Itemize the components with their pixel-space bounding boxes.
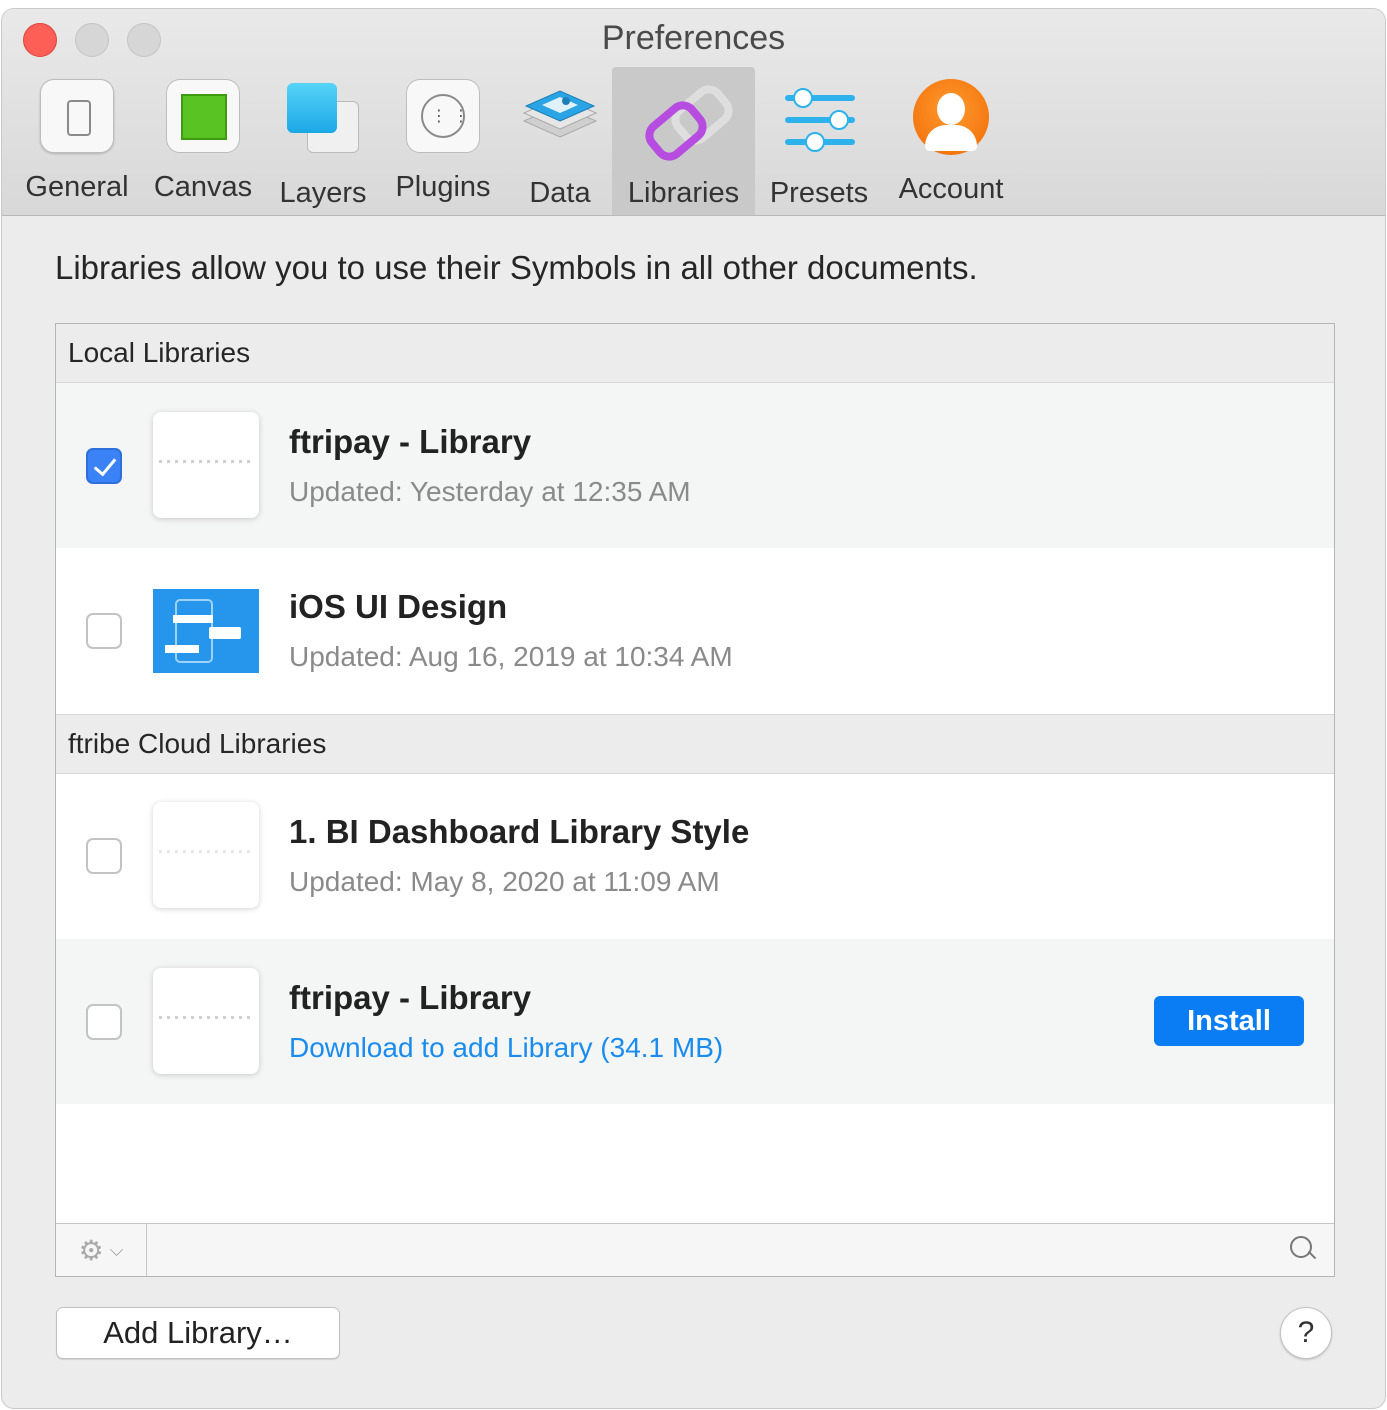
add-library-button[interactable]: Add Library…	[56, 1307, 340, 1359]
link-icon	[638, 78, 739, 168]
list-footer-bar: ⚙ ⌵	[56, 1223, 1334, 1276]
library-row[interactable]: ftripay - Library Download to add Librar…	[56, 939, 1334, 1104]
section-header-cloud: ftribe Cloud Libraries	[56, 714, 1334, 774]
tab-label: Data	[529, 177, 591, 209]
library-checkbox[interactable]	[86, 448, 122, 484]
tab-layers[interactable]: Layers	[274, 67, 372, 215]
search-icon[interactable]	[1290, 1236, 1317, 1262]
library-updated: Updated: Yesterday at 12:35 AM	[289, 476, 691, 507]
library-name: ftripay - Library	[289, 423, 532, 460]
library-row[interactable]: iOS UI Design Updated: Aug 16, 2019 at 1…	[56, 548, 1334, 713]
window-title: Preferences	[601, 19, 786, 57]
account-icon	[913, 79, 989, 155]
tab-label: Libraries	[627, 177, 740, 209]
chevron-down-icon: ⌵	[109, 1239, 124, 1260]
library-checkbox[interactable]	[86, 838, 122, 874]
library-thumbnail	[153, 968, 259, 1074]
library-updated: Updated: Aug 16, 2019 at 10:34 AM	[289, 641, 733, 672]
tab-label: Plugins	[395, 171, 491, 203]
library-name: iOS UI Design	[289, 588, 508, 625]
canvas-icon	[166, 79, 240, 153]
library-name: ftripay - Library	[289, 979, 532, 1016]
tab-label: Account	[898, 173, 1004, 205]
tab-label: Presets	[769, 177, 869, 209]
section-header-local: Local Libraries	[56, 324, 1334, 383]
tab-label: General	[25, 171, 129, 203]
library-row[interactable]: ftripay - Library Updated: Yesterday at …	[56, 383, 1334, 548]
toolbar: Preferences General Canvas Layers ⋮⋮ Plu…	[2, 9, 1385, 216]
gear-menu-button[interactable]: ⚙ ⌵	[56, 1224, 147, 1276]
tab-libraries[interactable]: Libraries	[612, 67, 755, 215]
tab-account[interactable]: Account	[892, 67, 1010, 215]
tab-data[interactable]: Data	[514, 67, 606, 215]
libraries-list: Local Libraries ftripay - Library Update…	[55, 323, 1335, 1277]
gear-icon: ⚙	[78, 1234, 104, 1266]
preferences-window: Preferences General Canvas Layers ⋮⋮ Plu…	[2, 9, 1385, 1408]
library-row[interactable]: 1. BI Dashboard Library Style Updated: M…	[56, 773, 1334, 938]
tab-plugins[interactable]: ⋮⋮ Plugins	[388, 67, 498, 215]
tab-general[interactable]: General	[20, 67, 134, 215]
library-thumbnail	[153, 802, 259, 908]
layers-icon	[283, 79, 363, 159]
intro-text: Libraries allow you to use their Symbols…	[55, 249, 978, 286]
library-checkbox[interactable]	[86, 1004, 122, 1040]
library-updated: Updated: May 8, 2020 at 11:09 AM	[289, 866, 720, 897]
install-button[interactable]: Install	[1154, 996, 1304, 1046]
tab-canvas[interactable]: Canvas	[150, 67, 256, 215]
library-thumbnail	[153, 412, 259, 518]
section-title: Local Libraries	[68, 337, 251, 368]
library-checkbox[interactable]	[86, 613, 122, 649]
sliders-icon	[779, 79, 859, 159]
section-title: ftribe Cloud Libraries	[68, 728, 327, 759]
library-thumbnail	[153, 577, 259, 683]
plugins-icon: ⋮⋮	[406, 79, 480, 153]
tab-label: Canvas	[153, 171, 253, 203]
help-button[interactable]: ?	[1280, 1307, 1332, 1359]
tab-presets[interactable]: Presets	[764, 67, 874, 215]
tab-label: Layers	[279, 177, 367, 209]
data-icon	[520, 79, 600, 159]
download-library-link[interactable]: Download to add Library (34.1 MB)	[289, 1032, 723, 1064]
general-icon	[40, 79, 114, 153]
library-name: 1. BI Dashboard Library Style	[289, 813, 750, 850]
